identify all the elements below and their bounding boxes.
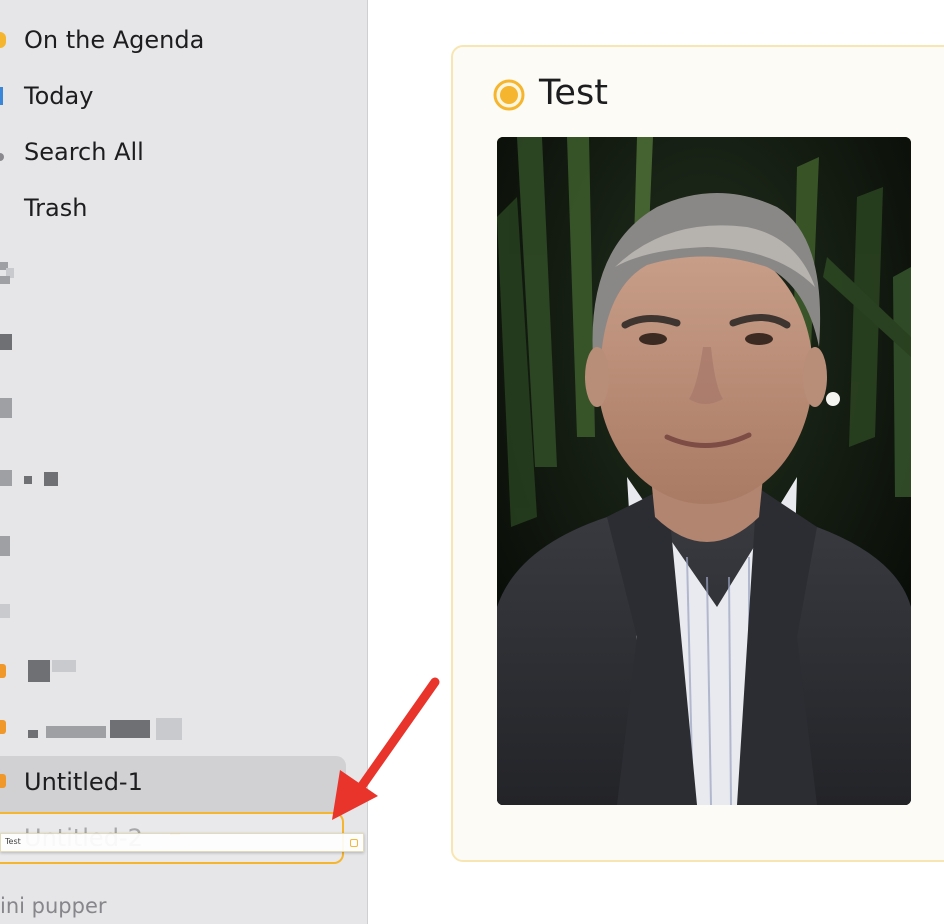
redacted-list-item[interactable] — [0, 534, 20, 558]
sidebar-item-label: Search All — [24, 138, 144, 166]
annotation-arrow — [332, 677, 440, 820]
folder-icon — [0, 774, 6, 788]
sidebar-footer-label[interactable]: ini pupper — [0, 894, 107, 918]
folder-icon — [0, 720, 6, 734]
redacted-list-item[interactable] — [0, 262, 20, 286]
redacted-list-item[interactable] — [0, 466, 70, 490]
card-title[interactable]: Test — [539, 73, 608, 113]
sidebar-item-today[interactable]: Today — [0, 76, 360, 116]
sidebar-item-label: Today — [24, 82, 94, 110]
sidebar-item-untitled-1[interactable]: Untitled-1 — [0, 756, 346, 812]
circle-dot-icon — [0, 32, 6, 48]
redacted-list-item[interactable] — [0, 332, 20, 356]
sidebar-item-label: Trash — [24, 194, 88, 222]
drag-preview: Test — [0, 833, 364, 852]
portrait-photo — [497, 137, 911, 805]
sidebar-item-label: On the Agenda — [24, 26, 205, 54]
redacted-list-item[interactable] — [0, 660, 90, 684]
folder-icon — [0, 664, 6, 678]
search-icon — [0, 152, 4, 161]
sidebar-item-on-the-agenda[interactable]: On the Agenda — [0, 20, 360, 60]
folder-icon — [350, 839, 358, 847]
drag-preview-label: Test — [5, 837, 21, 846]
sidebar: On the Agenda Today Search All Trash Unt… — [0, 0, 368, 924]
redacted-list-item[interactable] — [0, 600, 20, 624]
calendar-icon — [0, 87, 3, 105]
redacted-list-item[interactable] — [0, 716, 190, 740]
sidebar-item-label: Untitled-1 — [24, 768, 143, 796]
note-card: Test — [451, 45, 944, 862]
sidebar-item-search-all[interactable]: Search All — [0, 132, 360, 172]
radio-selected-icon[interactable] — [493, 79, 525, 111]
sidebar-item-trash[interactable]: Trash — [0, 188, 360, 228]
redacted-list-item[interactable] — [0, 398, 20, 422]
